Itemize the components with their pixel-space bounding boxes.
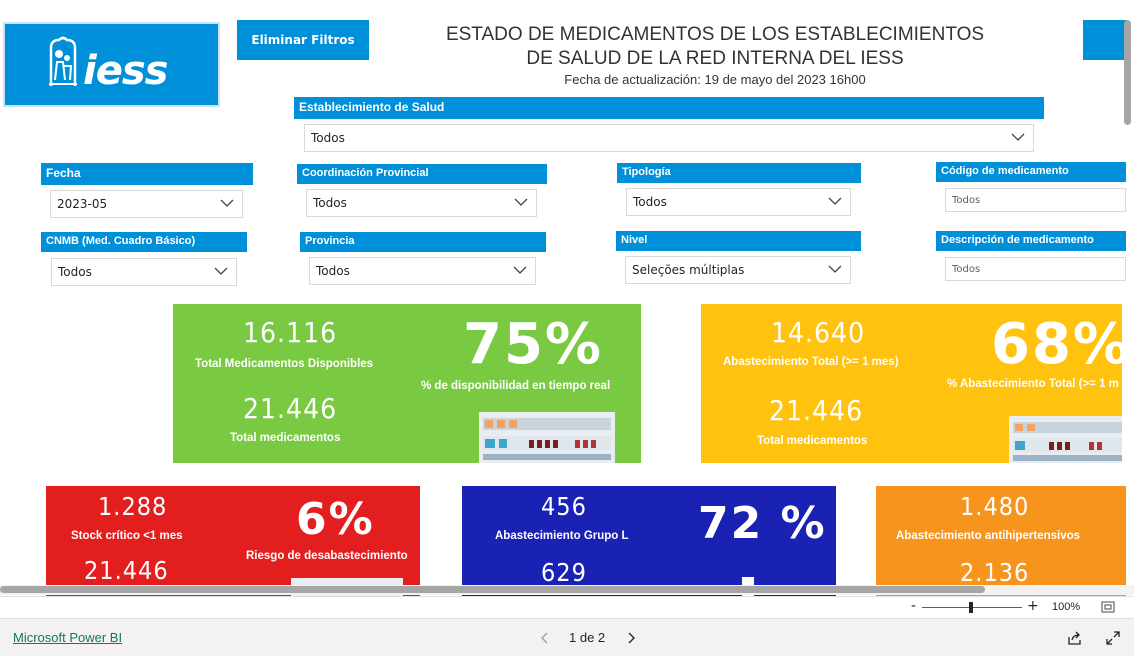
abastecimiento-total-value: 14.640: [771, 316, 866, 349]
pharmacy-shelf-icon: [479, 412, 615, 463]
slicer-header-provincia: Provincia: [300, 232, 546, 252]
logo-text: iess: [83, 48, 168, 94]
clear-filters-button[interactable]: Eliminar Filtros: [237, 20, 369, 60]
zoom-out-button[interactable]: -: [911, 598, 916, 614]
card-grupo-l[interactable]: 456 Abastecimiento Grupo L 629 72 %: [462, 486, 836, 596]
iess-logo: iess: [3, 22, 220, 107]
chevron-right-icon[interactable]: [626, 632, 636, 644]
stock-critico-value: 1.288: [98, 492, 168, 521]
slicer-value: Seleções múltiplas: [632, 263, 745, 277]
chevron-down-icon: [214, 267, 228, 275]
card-disponibilidad[interactable]: 16.116 Total Medicamentos Disponibles 21…: [173, 304, 641, 463]
disponibilidad-percent: 75%: [463, 312, 604, 377]
total-medicamentos-label: Total medicamentos: [757, 435, 868, 447]
total-disponibles-label: Total Medicamentos Disponibles: [195, 358, 374, 370]
fit-to-page-icon[interactable]: [1101, 601, 1115, 613]
zoom-bar: - + 100%: [0, 596, 1134, 619]
antihipertensivos-value: 1.480: [960, 492, 1030, 521]
slicer-nivel-dropdown[interactable]: Seleções múltiplas: [625, 256, 851, 284]
grupo-l-value: 456: [541, 492, 587, 521]
slicer-header-descripcion: Descripción de medicamento: [936, 231, 1126, 251]
abastecimiento-total-label: Abastecimiento Total (>= 1 mes): [723, 356, 899, 368]
zoom-in-button[interactable]: +: [1027, 598, 1039, 614]
total-disponibles-value: 16.116: [243, 316, 338, 349]
update-date: Fecha de actualización: 19 de mayo del 2…: [564, 72, 866, 87]
slicer-value: 2023-05: [57, 197, 108, 211]
antihipertensivos-label: Abastecimiento antihipertensivos: [896, 530, 1081, 542]
slicer-header-codigo: Código de medicamento: [936, 162, 1126, 182]
abastecimiento-percent: 68%: [991, 312, 1122, 377]
chevron-down-icon: [1011, 133, 1025, 141]
horizontal-scrollbar[interactable]: [0, 586, 985, 593]
card-antihipertensivos[interactable]: 1.480 Abastecimiento antihipertensivos 2…: [876, 486, 1126, 596]
powerbi-footer: [0, 618, 1134, 656]
zoom-level: 100%: [1052, 601, 1081, 613]
total-medicamentos-label: Total medicamentos: [230, 432, 341, 444]
report-title-line1: ESTADO DE MEDICAMENTOS DE LOS ESTABLECIM…: [445, 24, 985, 45]
slicer-header-fecha: Fecha: [41, 163, 253, 185]
slicer-header-cnmb: CNMB (Med. Cuadro Básico): [41, 232, 247, 252]
riesgo-label: Riesgo de desabastecimiento: [246, 550, 408, 562]
slicer-header-nivel: Nivel: [616, 231, 861, 251]
chevron-down-icon: [220, 199, 234, 207]
chevron-down-icon: [513, 266, 527, 274]
input-placeholder: Todos: [952, 194, 981, 206]
grupo-l-label: Abastecimiento Grupo L: [495, 530, 629, 542]
navigation-button[interactable]: [1083, 20, 1128, 60]
antihipertensivos-total-value: 2.136: [960, 558, 1030, 587]
grupo-l-percent: 72 %: [698, 498, 827, 549]
report-title-line2: DE SALUD DE LA RED INTERNA DEL IESS: [526, 48, 904, 69]
disponibilidad-percent-label: % de disponibilidad en tiempo real: [421, 380, 611, 392]
powerbi-link[interactable]: Microsoft Power BI: [13, 630, 122, 645]
slicer-cnmb-dropdown[interactable]: Todos: [51, 258, 237, 286]
total-medicamentos-value: 21.446: [243, 392, 338, 425]
report-canvas: iess Eliminar Filtros ESTADO DE MEDICAME…: [0, 0, 1134, 596]
total-medicamentos-value: 21.446: [84, 556, 169, 585]
page-indicator: 1 de 2: [569, 630, 606, 645]
grupo-l-total-value: 629: [541, 558, 587, 587]
slicer-header-coordinacion: Coordinación Provincial: [297, 164, 547, 184]
slicer-value: Todos: [58, 265, 92, 279]
descripcion-search-input[interactable]: Todos: [945, 257, 1126, 281]
family-emblem-icon: [49, 36, 77, 86]
chevron-down-icon: [828, 265, 842, 273]
slicer-fecha-dropdown[interactable]: 2023-05: [50, 190, 243, 218]
card-stock-critico[interactable]: 1.288 Stock crítico <1 mes 21.446 6% Rie…: [46, 486, 420, 596]
slicer-value: Todos: [313, 196, 347, 210]
slicer-value: Todos: [311, 131, 345, 145]
slicer-header-tipologia: Tipología: [617, 163, 861, 183]
slicer-header-establecimiento: Establecimiento de Salud: [294, 97, 1044, 119]
pharmacy-shelf-icon: [1009, 416, 1122, 463]
abastecimiento-percent-label: % Abastecimiento Total (>= 1 m: [947, 378, 1119, 390]
chevron-left-icon[interactable]: [540, 632, 550, 644]
card-abastecimiento[interactable]: 14.640 Abastecimiento Total (>= 1 mes) 2…: [701, 304, 1122, 463]
chevron-down-icon: [828, 197, 842, 205]
stock-critico-label: Stock crítico <1 mes: [71, 530, 183, 542]
slicer-value: Todos: [633, 195, 667, 209]
riesgo-percent: 6%: [296, 494, 375, 545]
codigo-search-input[interactable]: Todos: [945, 188, 1126, 212]
slicer-value: Todos: [316, 264, 350, 278]
slicer-tipologia-dropdown[interactable]: Todos: [626, 188, 851, 216]
total-medicamentos-value: 21.446: [769, 394, 864, 427]
fullscreen-icon[interactable]: [1106, 631, 1120, 645]
vertical-scrollbar[interactable]: [1124, 20, 1131, 125]
input-placeholder: Todos: [952, 263, 981, 275]
slicer-establecimiento-dropdown[interactable]: Todos: [304, 124, 1034, 152]
slicer-coordinacion-dropdown[interactable]: Todos: [306, 189, 537, 217]
slicer-provincia-dropdown[interactable]: Todos: [309, 257, 536, 285]
zoom-slider-thumb[interactable]: [969, 602, 973, 613]
share-icon[interactable]: [1067, 631, 1082, 645]
chevron-down-icon: [514, 198, 528, 206]
